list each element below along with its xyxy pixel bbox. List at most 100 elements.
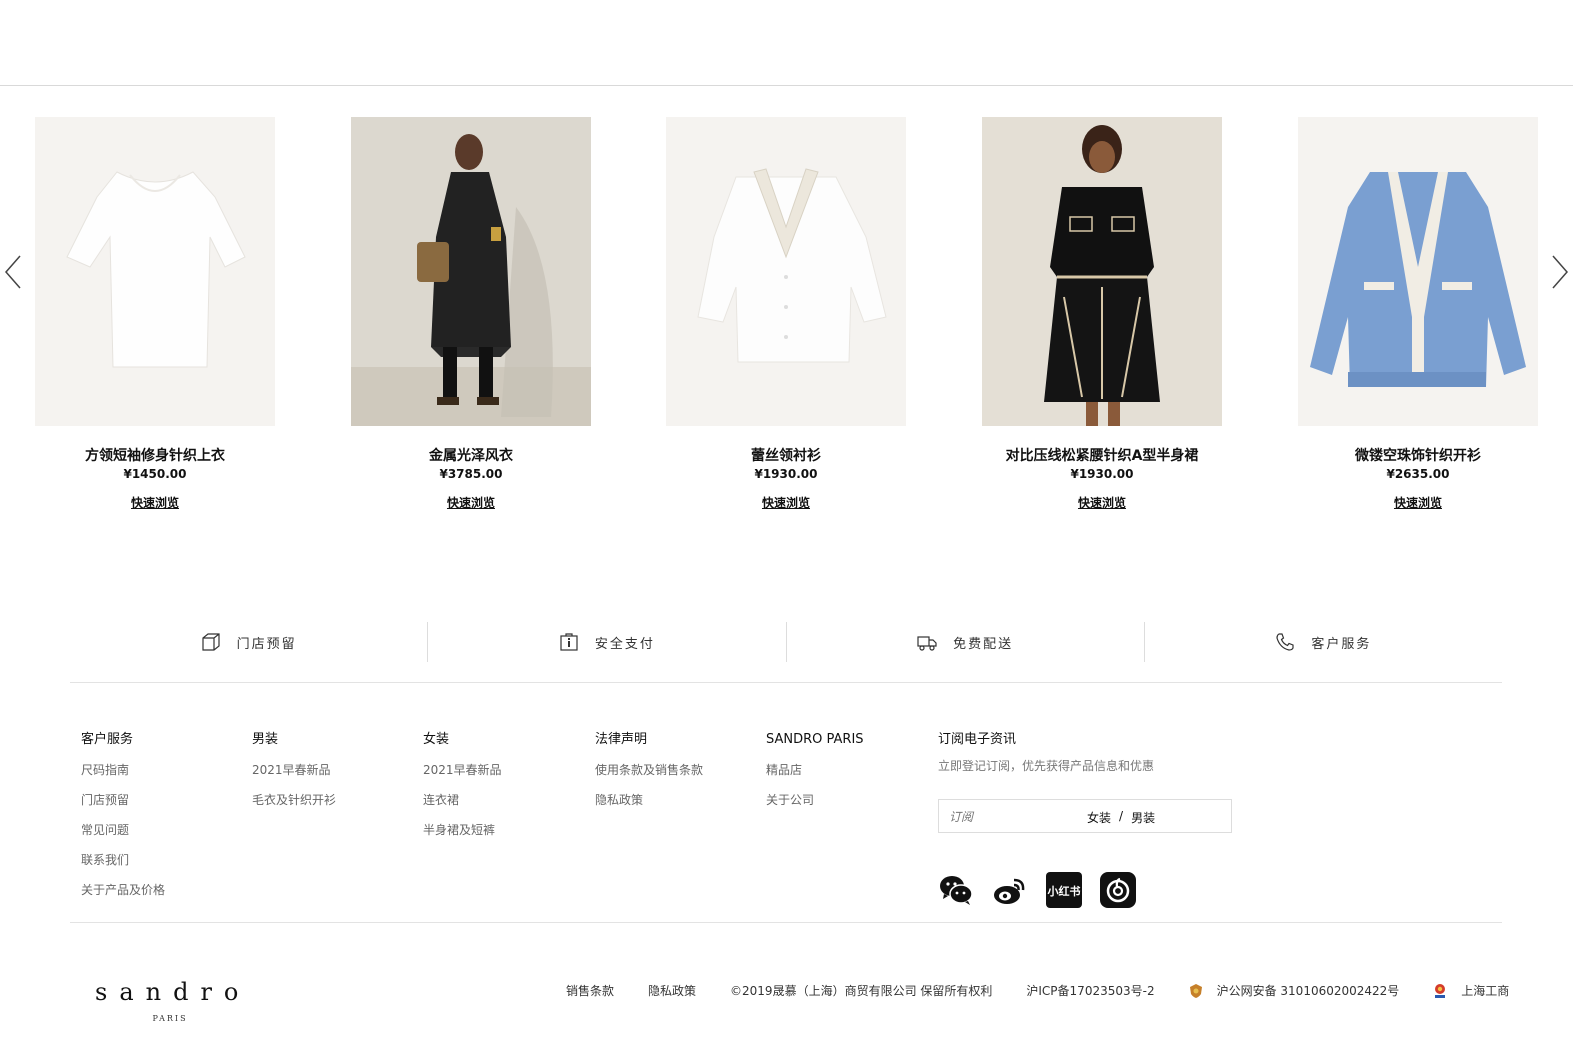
footer-link-store-reservation[interactable]: 门店预留 [81, 791, 251, 809]
service-label: 安全支付 [594, 636, 655, 652]
product-name[interactable]: 对比压线松紧腰针织A型半身裙 [982, 447, 1222, 465]
newsletter-form: 女装 / 男装 [938, 799, 1232, 833]
aic-text: 上海工商 [1461, 984, 1510, 998]
footer-link-product-price[interactable]: 关于产品及价格 [81, 881, 251, 899]
product-card[interactable]: 微镂空珠饰针织开衫 ¥2635.00 快速浏览 [1298, 117, 1538, 511]
footer-link-boutiques[interactable]: 精品店 [766, 761, 936, 779]
quick-view-link[interactable]: 快速浏览 [1078, 495, 1126, 511]
product-image[interactable] [666, 117, 906, 426]
footer-link-terms[interactable]: 使用条款及销售条款 [595, 761, 765, 779]
service-label: 门店预留 [236, 636, 297, 652]
footer-link-skirts-shorts[interactable]: 半身裙及短裤 [423, 821, 593, 839]
icp-link[interactable]: 沪ICP备17023503号-2 [1026, 982, 1154, 999]
product-image[interactable] [982, 117, 1222, 426]
product-price: ¥3785.00 [439, 467, 503, 481]
divider [70, 922, 1502, 923]
xiaohongshu-label: 小红书 [1047, 884, 1081, 898]
footer-link-size-guide[interactable]: 尺码指南 [81, 761, 251, 779]
newsletter-title: 订阅电子资讯 [938, 732, 1017, 747]
logo-subtitle: PARIS [152, 1014, 188, 1023]
product-image[interactable] [35, 117, 275, 426]
product-image[interactable] [1298, 117, 1538, 426]
police-badge-icon [1189, 983, 1202, 998]
product-card[interactable]: 方领短袖修身针织上衣 ¥1450.00 快速浏览 [35, 117, 275, 511]
product-price: ¥1930.00 [754, 467, 818, 481]
newsletter-men-option[interactable]: 男装 [1131, 809, 1155, 826]
footer-col-men: 男装 2021早春新品 毛衣及针织开衫 [252, 732, 422, 821]
footer-col-customer-service: 客户服务 尺码指南 门店预留 常见问题 联系我们 关于产品及价格 [81, 732, 251, 911]
footer-link-dresses[interactable]: 连衣裙 [423, 791, 593, 809]
newsletter-desc: 立即登记订阅，优先获得产品信息和优惠 [938, 759, 1155, 773]
service-secure-payment[interactable]: 安全支付 [428, 622, 787, 662]
newsletter-separator: / [1119, 809, 1124, 823]
footer-link-faq[interactable]: 常见问题 [81, 821, 251, 839]
product-card[interactable]: 对比压线松紧腰针织A型半身裙 ¥1930.00 快速浏览 [982, 117, 1222, 511]
newsletter-women-option[interactable]: 女装 [1087, 809, 1111, 826]
secure-payment-icon [560, 633, 578, 651]
quick-view-link[interactable]: 快速浏览 [131, 495, 179, 511]
wechat-icon [940, 876, 973, 905]
footer-col-title: 男装 [252, 732, 279, 747]
divider [70, 682, 1502, 683]
page-footer-bottom: sandro PARIS 销售条款 隐私政策 ©2019晟慕（上海）商贸有限公司… [0, 970, 1573, 1030]
footer-col-women: 女装 2021早春新品 连衣裙 半身裙及短裤 [423, 732, 593, 851]
netease-music-link[interactable] [1100, 872, 1136, 908]
xiaohongshu-icon: 小红书 [1046, 872, 1082, 908]
service-free-delivery[interactable]: 免费配送 [787, 622, 1145, 662]
product-card[interactable]: 蕾丝领衬衫 ¥1930.00 快速浏览 [666, 117, 906, 511]
footer-link-contact[interactable]: 联系我们 [81, 851, 251, 869]
service-customer-service[interactable]: 客户服务 [1145, 622, 1502, 662]
header-area [0, 0, 1573, 86]
social-links: 小红书 [938, 872, 1238, 908]
product-price: ¥1450.00 [123, 467, 187, 481]
quick-view-link[interactable]: 快速浏览 [762, 495, 810, 511]
footer-link-men-new[interactable]: 2021早春新品 [252, 761, 422, 779]
product-image[interactable] [351, 117, 591, 426]
product-price: ¥2635.00 [1386, 467, 1450, 481]
chevron-right-icon [1552, 255, 1568, 289]
xiaohongshu-link[interactable]: 小红书 [1046, 872, 1082, 908]
footer-links: 客户服务 尺码指南 门店预留 常见问题 联系我们 关于产品及价格 男装 2021… [81, 732, 1481, 912]
aic-link[interactable]: 上海工商 [1433, 982, 1509, 999]
newsletter-subscribe: 订阅电子资讯 立即登记订阅，优先获得产品信息和优惠 女装 / 男装 [938, 732, 1238, 908]
police-record-text: 沪公网安备 31010602002422号 [1216, 984, 1400, 998]
quick-view-link[interactable]: 快速浏览 [447, 495, 495, 511]
netease-music-icon [1100, 872, 1136, 908]
footer-link-about[interactable]: 关于公司 [766, 791, 936, 809]
footer-link-men-knitwear[interactable]: 毛衣及针织开衫 [252, 791, 422, 809]
phone-icon [1276, 633, 1294, 651]
footer-col-title: 女装 [423, 732, 450, 747]
footer-link-women-new[interactable]: 2021早春新品 [423, 761, 593, 779]
service-bar: 门店预留 安全支付 免费配送 客户服务 [70, 622, 1502, 662]
product-name[interactable]: 微镂空珠饰针织开衫 [1298, 447, 1538, 465]
quick-view-link[interactable]: 快速浏览 [1394, 495, 1442, 511]
product-name[interactable]: 蕾丝领衬衫 [666, 447, 906, 465]
sandro-logo[interactable]: sandro PARIS [95, 978, 245, 1023]
service-label: 客户服务 [1311, 636, 1372, 652]
carousel-prev-button[interactable] [0, 252, 30, 292]
newsletter-email-input[interactable] [949, 808, 1069, 826]
weibo-icon [994, 878, 1025, 904]
footer-col-legal: 法律声明 使用条款及销售条款 隐私政策 [595, 732, 765, 821]
truck-icon [917, 636, 937, 651]
footer-col-sandro: SANDRO PARIS 精品店 关于公司 [766, 732, 936, 821]
product-name[interactable]: 金属光泽风衣 [351, 447, 591, 465]
footer-link-privacy[interactable]: 隐私政策 [595, 791, 765, 809]
product-price: ¥1930.00 [1070, 467, 1134, 481]
legal-links: 销售条款 隐私政策 ©2019晟慕（上海）商贸有限公司 保留所有权利 沪ICP备… [566, 982, 1543, 999]
police-record-link[interactable]: 沪公网安备 31010602002422号 [1189, 982, 1400, 999]
carousel-next-button[interactable] [1543, 252, 1573, 292]
logo-wordmark: sandro [95, 978, 251, 1006]
product-card[interactable]: 金属光泽风衣 ¥3785.00 快速浏览 [351, 117, 591, 511]
footer-col-title: SANDRO PARIS [766, 732, 864, 747]
service-store-reservation[interactable]: 门店预留 [70, 622, 429, 662]
wechat-link[interactable] [938, 872, 974, 908]
footer-col-title: 法律声明 [595, 732, 648, 747]
privacy-link[interactable]: 隐私政策 [648, 982, 696, 999]
service-label: 免费配送 [953, 636, 1014, 652]
chevron-left-icon [5, 255, 21, 289]
sales-terms-link[interactable]: 销售条款 [566, 982, 614, 999]
product-name[interactable]: 方领短袖修身针织上衣 [35, 447, 275, 465]
newsletter-gender-choice: 女装 / 男装 [1087, 809, 1155, 826]
weibo-link[interactable] [992, 872, 1028, 908]
